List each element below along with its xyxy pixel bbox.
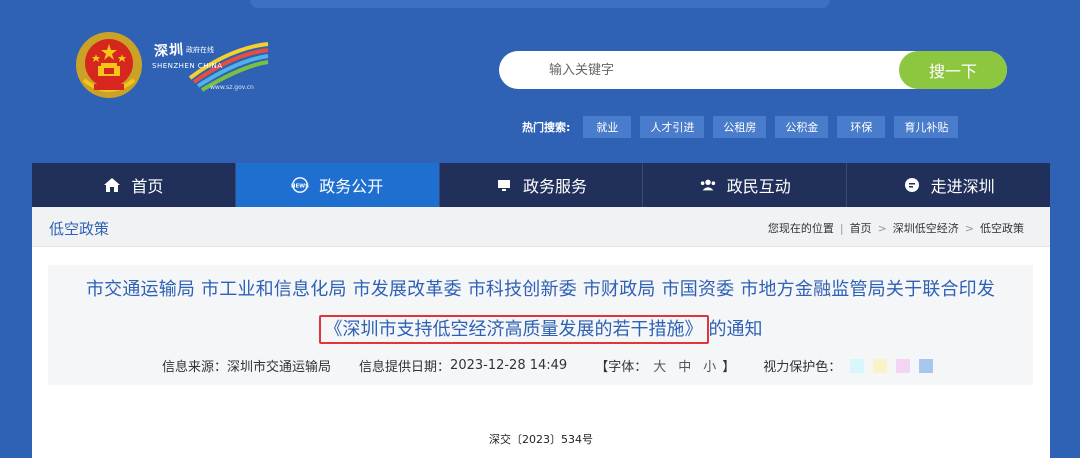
breadcrumb-separator: | bbox=[839, 221, 844, 235]
eye-color-swatch-yellow[interactable] bbox=[873, 358, 888, 373]
users-icon bbox=[699, 176, 717, 194]
nav-label: 首页 bbox=[131, 177, 164, 196]
nav-government-services[interactable]: 政务服务 bbox=[440, 163, 644, 207]
nav-public-interaction[interactable]: 政民互动 bbox=[643, 163, 848, 207]
hot-tag-rencai[interactable]: 人才引进 bbox=[640, 116, 705, 138]
national-emblem-icon bbox=[76, 32, 142, 98]
hot-tag-gongjijin[interactable]: 公积金 bbox=[775, 116, 829, 138]
search-box: 搜一下 bbox=[499, 51, 1007, 89]
hot-search-label: 热门搜索: bbox=[522, 121, 571, 134]
document-number: 深交〔2023〕534号 bbox=[489, 433, 593, 446]
eye-color-swatch-blue[interactable] bbox=[919, 358, 934, 373]
logo-english: SHENZHEN CHINA bbox=[152, 62, 223, 70]
hot-tag-gongzufang[interactable]: 公租房 bbox=[713, 116, 767, 138]
chat-icon bbox=[903, 176, 921, 194]
svg-text:NEWS: NEWS bbox=[291, 184, 309, 190]
nav-about-shenzhen[interactable]: 走进深圳 bbox=[847, 163, 1050, 207]
source-value: 深圳市交通运输局 bbox=[227, 360, 332, 375]
hot-tag-jiuye[interactable]: 就业 bbox=[583, 116, 632, 138]
section-title: 低空政策 bbox=[49, 220, 110, 238]
home-icon bbox=[103, 176, 121, 194]
breadcrumb-low-altitude-economy[interactable]: 深圳低空经济 bbox=[893, 220, 959, 236]
nav-label: 政务公开 bbox=[319, 177, 384, 196]
source-label: 信息来源： bbox=[162, 360, 228, 375]
article-header: 市交通运输局 市工业和信息化局 市发展改革委 市科技创新委 市财政局 市国资委 … bbox=[48, 265, 1033, 385]
breadcrumb-separator: > bbox=[877, 221, 887, 235]
hot-tag-yuer[interactable]: 育儿补贴 bbox=[894, 116, 959, 138]
article-title-suffix: 的通知 bbox=[708, 319, 763, 340]
article-title-line2: 《深圳市支持低空经济高质量发展的若干措施》 的通知 bbox=[48, 315, 1033, 344]
breadcrumb-separator: > bbox=[964, 221, 974, 235]
article-meta: 信息来源： 深圳市交通运输局 信息提供日期： 2023-12-28 14:49 … bbox=[162, 356, 934, 375]
section-header: 低空政策 您现在的位置 | 首页 > 深圳低空经济 > 低空政策 bbox=[32, 207, 1050, 247]
logo-text: 深圳 bbox=[153, 41, 185, 61]
eye-color-swatch-cyan[interactable] bbox=[850, 358, 865, 373]
hot-tag-huanbao[interactable]: 环保 bbox=[837, 116, 886, 138]
date-label: 信息提供日期： bbox=[359, 360, 451, 375]
article-title-line1: 市交通运输局 市工业和信息化局 市发展改革委 市科技创新委 市财政局 市国资委 … bbox=[85, 279, 996, 300]
nav-label: 政务服务 bbox=[522, 177, 587, 196]
content-panel: 低空政策 您现在的位置 | 首页 > 深圳低空经济 > 低空政策 市交通运输局 … bbox=[32, 207, 1050, 458]
font-size-medium[interactable]: 中 bbox=[678, 356, 691, 375]
logo-subtext: 政府在线 bbox=[186, 46, 214, 54]
eye-protection-label: 视力保护色： bbox=[763, 360, 842, 375]
search-input[interactable] bbox=[529, 51, 889, 89]
article-title-highlight: 《深圳市支持低空经济高质量发展的若干措施》 bbox=[318, 315, 709, 344]
hot-search-row: 热门搜索: 就业 人才引进 公租房 公积金 环保 育儿补贴 bbox=[522, 116, 959, 138]
nav-home[interactable]: 首页 bbox=[32, 163, 236, 207]
nav-label: 政民互动 bbox=[726, 177, 791, 196]
breadcrumb-home[interactable]: 首页 bbox=[850, 220, 872, 236]
font-size-small[interactable]: 小 bbox=[703, 356, 716, 375]
breadcrumb-prefix: 您现在的位置 bbox=[767, 222, 834, 235]
font-size-close: 】 bbox=[722, 360, 736, 375]
nav-label: 走进深圳 bbox=[930, 177, 995, 196]
font-size-label: 【字体： bbox=[595, 360, 648, 375]
main-nav: 首页 NEWS 政务公开 政务服务 政民互动 走进深圳 bbox=[32, 163, 1050, 207]
logo-url: www.sz.gov.cn bbox=[210, 84, 254, 91]
font-size-large[interactable]: 大 bbox=[653, 356, 666, 375]
date-value: 2023-12-28 14:49 bbox=[450, 358, 568, 373]
news-icon: NEWS bbox=[291, 176, 309, 194]
top-decoration bbox=[250, 0, 830, 8]
monitor-icon bbox=[495, 176, 513, 194]
nav-government-affairs[interactable]: NEWS 政务公开 bbox=[235, 163, 440, 207]
search-button[interactable]: 搜一下 bbox=[899, 51, 1007, 89]
eye-color-swatch-pink[interactable] bbox=[896, 358, 911, 373]
breadcrumb-low-altitude-policy[interactable]: 低空政策 bbox=[980, 220, 1024, 236]
breadcrumb: 您现在的位置 | 首页 > 深圳低空经济 > 低空政策 bbox=[768, 220, 1024, 236]
